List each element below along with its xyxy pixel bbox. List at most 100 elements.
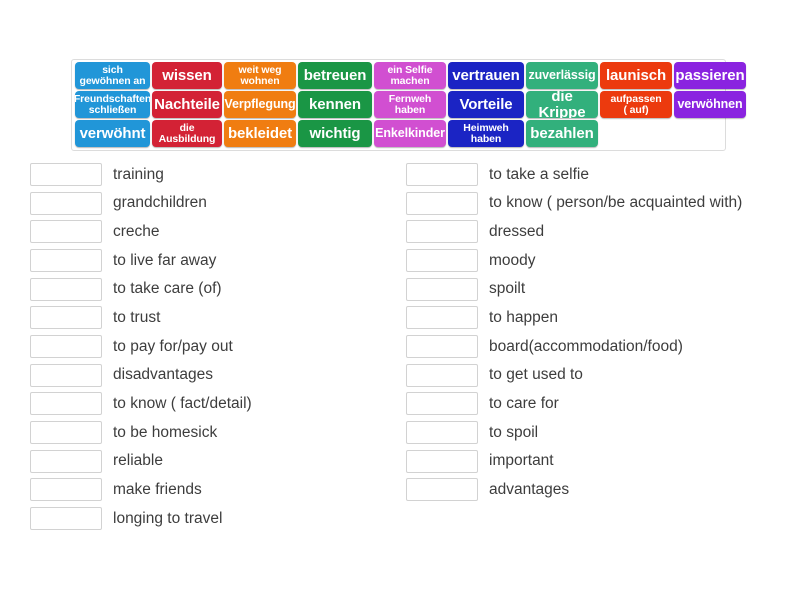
answer-row: important [406,447,794,476]
answer-label: advantages [489,481,570,499]
answer-drop-box[interactable] [30,421,102,445]
answer-label: disadvantages [113,366,213,384]
answer-row: board(accommodation/food) [406,332,794,361]
answer-label: to get used to [489,366,583,384]
word-tile[interactable]: wissen [152,62,222,89]
answer-drop-box[interactable] [406,277,478,301]
answer-row: grandchildren [30,189,390,218]
answer-row: advantages [406,476,794,505]
answer-row: to get used to [406,361,794,390]
tile-row: verwöhnt die Ausbildung bekleidet wichtig En… [74,120,723,148]
answer-row: dressed [406,217,794,246]
answer-row: to happen [406,303,794,332]
answer-drop-box[interactable] [30,162,102,186]
answer-drop-box[interactable] [406,162,478,186]
answer-label: to pay for/pay out [113,337,233,355]
answer-drop-box[interactable] [30,220,102,244]
word-tile[interactable]: verwöhnen [674,91,746,118]
answer-drop-box[interactable] [406,421,478,445]
word-tile[interactable]: wichtig [298,120,372,147]
answer-drop-box[interactable] [406,449,478,473]
answer-label: dressed [489,222,545,240]
answer-row: to care for [406,390,794,419]
answer-drop-box[interactable] [406,220,478,244]
answer-row: to pay for/pay out [30,332,390,361]
answer-column-left: training grandchildren creche to live far a… [30,160,390,533]
word-tile[interactable]: betreuen [298,62,372,89]
answer-row: to take care (of) [30,275,390,304]
answer-drop-box[interactable] [406,334,478,358]
answer-row: to know ( person/be acquainted with) [406,189,794,218]
activity-stage: sich gewöhnen an wissen weit weg wohnen bet… [0,0,800,600]
answer-label: creche [113,222,160,240]
word-tile[interactable]: vertrauen [448,62,524,89]
answer-label: training [113,165,164,183]
answer-drop-box[interactable] [30,507,102,531]
word-tile[interactable]: kennen [298,91,372,118]
answer-label: to know ( fact/detail) [113,395,252,413]
tile-row: Freundschaften schließen Nachteile Verpfle… [74,91,746,119]
answer-drop-box[interactable] [406,306,478,330]
answer-label: to care for [489,395,559,413]
word-tile[interactable]: Freundschaften schließen [75,91,150,118]
answer-row: spoilt [406,275,794,304]
word-tile[interactable]: zuverlässig [526,62,598,89]
answer-drop-box[interactable] [406,363,478,387]
answer-drop-box[interactable] [30,306,102,330]
answer-label: to happen [489,309,558,327]
word-tile[interactable]: bekleidet [224,120,296,147]
answer-drop-box[interactable] [30,248,102,272]
answer-label: to take a selfie [489,165,589,183]
answer-drop-box[interactable] [406,392,478,416]
answer-row: to take a selfie [406,160,794,189]
answer-drop-box[interactable] [30,449,102,473]
answer-row: to be homesick [30,418,390,447]
answer-label: to take care (of) [113,280,222,298]
answer-row: moody [406,246,794,275]
answer-drop-box[interactable] [406,248,478,272]
answer-column-right: to take a selfie to know ( person/be acqu… [406,160,794,504]
word-tile[interactable]: Enkelkinder [374,120,446,147]
answer-row: training [30,160,390,189]
word-tile[interactable]: sich gewöhnen an [75,62,150,89]
answer-row: to spoil [406,418,794,447]
answer-label: make friends [113,481,202,499]
word-tile[interactable]: passieren [674,62,746,89]
word-tile[interactable]: die Krippe [526,91,598,118]
answer-drop-box[interactable] [406,478,478,502]
word-tile[interactable]: Vorteile [448,91,524,118]
word-tile[interactable]: die Ausbildung [152,120,222,147]
word-tile[interactable]: Verpflegung [224,91,296,118]
word-tile[interactable]: verwöhnt [75,120,150,147]
answer-label: to live far away [113,251,217,269]
word-tile[interactable]: weit weg wohnen [224,62,296,89]
answer-drop-box[interactable] [30,478,102,502]
answer-drop-box[interactable] [30,277,102,301]
word-tile-bank: sich gewöhnen an wissen weit weg wohnen bet… [71,59,746,151]
word-tile[interactable]: bezahlen [526,120,598,147]
answer-drop-box[interactable] [406,191,478,215]
answer-label: spoilt [489,280,526,298]
answer-drop-box[interactable] [30,191,102,215]
word-tile[interactable]: aufpassen ( auf) [600,91,672,118]
answer-row: make friends [30,476,390,505]
answer-drop-box[interactable] [30,392,102,416]
answer-drop-box[interactable] [30,363,102,387]
answer-label: important [489,452,554,470]
word-tile[interactable]: launisch [600,62,672,89]
word-tile[interactable]: Nachteile [152,91,222,118]
answer-row: disadvantages [30,361,390,390]
answer-row: to trust [30,303,390,332]
answer-row: creche [30,217,390,246]
tile-row: sich gewöhnen an wissen weit weg wohnen bet… [74,62,746,90]
word-tile[interactable]: Fernweh haben [374,91,446,118]
answer-label: reliable [113,452,163,470]
tile-empty-slot [600,120,672,147]
word-tile[interactable]: ein Selfie machen [374,62,446,89]
answer-label: board(accommodation/food) [489,337,683,355]
answer-label: to be homesick [113,423,218,441]
answer-label: to trust [113,309,161,327]
answer-label: grandchildren [113,194,207,212]
word-tile[interactable]: Heimweh haben [448,120,524,147]
answer-drop-box[interactable] [30,334,102,358]
